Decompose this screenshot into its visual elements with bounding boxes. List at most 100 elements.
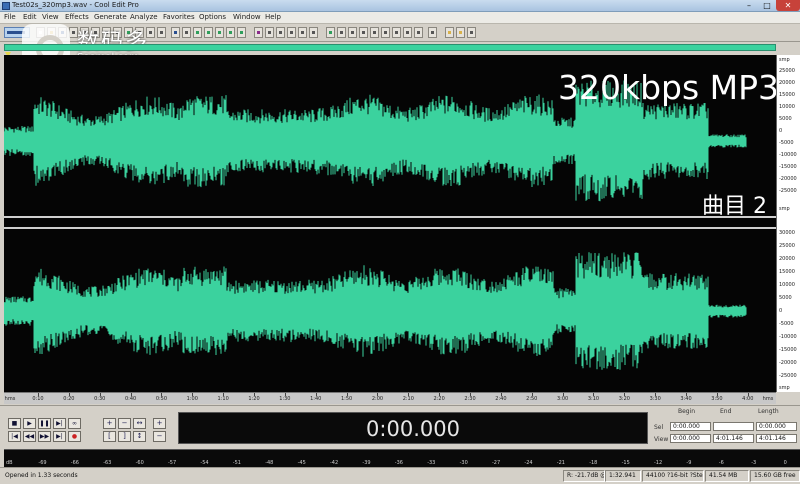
amp-label: 25000 bbox=[779, 243, 795, 249]
envelope-icon[interactable] bbox=[215, 27, 224, 38]
begin-header: Begin bbox=[678, 408, 696, 415]
sel-end-field[interactable] bbox=[713, 422, 754, 431]
zoom-full-icon[interactable]: ↔ bbox=[133, 418, 146, 429]
close-button[interactable]: ✕ bbox=[776, 0, 800, 11]
menu-edit[interactable]: Edit bbox=[23, 13, 37, 21]
waveform-view-icon[interactable] bbox=[326, 27, 335, 38]
fade-icon[interactable] bbox=[226, 27, 235, 38]
menu-help[interactable]: Help bbox=[265, 13, 281, 21]
level-label: -45 bbox=[297, 460, 306, 466]
menu-effects[interactable]: Effects bbox=[65, 13, 89, 21]
level-label: -21 bbox=[556, 460, 565, 466]
zoom-out-horizontal-icon[interactable]: − bbox=[118, 418, 131, 429]
channel-left-icon[interactable] bbox=[265, 27, 274, 38]
go-to-start-button[interactable]: |◀ bbox=[8, 431, 21, 442]
playlist-icon[interactable] bbox=[414, 27, 423, 38]
loop-icon[interactable] bbox=[467, 27, 476, 38]
menu-generate[interactable]: Generate bbox=[94, 13, 127, 21]
edit-tool-icon[interactable] bbox=[171, 27, 180, 38]
view-begin-field[interactable]: 0:00.000 bbox=[670, 434, 711, 443]
fast-forward-button[interactable]: ▶▶ bbox=[38, 431, 51, 442]
zoom-selection-icon[interactable]: ↕ bbox=[133, 431, 146, 442]
zoom-right-icon[interactable]: ] bbox=[118, 431, 131, 442]
zoom-left-icon[interactable]: [ bbox=[103, 431, 116, 442]
time-ruler: hms hms 0:10 0:20 0:30 0:40 0:50 1:00 1:10 1:20… bbox=[4, 392, 776, 404]
channel-both-icon[interactable] bbox=[287, 27, 296, 38]
amp-label: -5000 bbox=[779, 140, 794, 146]
cue-list-icon[interactable] bbox=[403, 27, 412, 38]
record-setup-icon[interactable] bbox=[456, 27, 465, 38]
normalize-icon[interactable] bbox=[204, 27, 213, 38]
status-file-size: 41.54 MB bbox=[705, 470, 749, 482]
maximize-button[interactable]: □ bbox=[758, 0, 776, 11]
amp-label: 20000 bbox=[779, 80, 795, 86]
level-label: -33 bbox=[427, 460, 436, 466]
text-icon[interactable] bbox=[359, 27, 368, 38]
amp-label: -10000 bbox=[779, 152, 797, 158]
menu-options[interactable]: Options bbox=[199, 13, 226, 21]
view-length-field[interactable]: 4:01.146 bbox=[756, 434, 797, 443]
level-label: -3 bbox=[751, 460, 757, 466]
multitrack-icon[interactable] bbox=[445, 27, 454, 38]
amp-label: 0 bbox=[779, 308, 783, 314]
zoom-in-vertical-icon[interactable]: + bbox=[153, 418, 166, 429]
menu-window[interactable]: Window bbox=[233, 13, 261, 21]
channel-right-icon[interactable] bbox=[276, 27, 285, 38]
amp-label: -25000 bbox=[779, 188, 797, 194]
record-button[interactable]: ● bbox=[68, 431, 81, 442]
time-label: 2:10 bbox=[402, 396, 414, 402]
sel-length-field[interactable]: 0:00.000 bbox=[756, 422, 797, 431]
level-label: -30 bbox=[459, 460, 468, 466]
level-label: -51 bbox=[232, 460, 241, 466]
stop-button[interactable]: ■ bbox=[8, 418, 21, 429]
amp-label: 5000 bbox=[779, 116, 792, 122]
grid-icon[interactable] bbox=[381, 27, 390, 38]
amp-label: -20000 bbox=[779, 176, 797, 182]
time-label: 1:50 bbox=[340, 396, 353, 402]
menu-favorites[interactable]: Favorites bbox=[163, 13, 195, 21]
menu-view[interactable]: View bbox=[42, 13, 59, 21]
zoom-in-horizontal-icon[interactable]: + bbox=[103, 418, 116, 429]
select-tool-icon[interactable] bbox=[182, 27, 191, 38]
time-label: 1:20 bbox=[248, 396, 260, 402]
loop-play-button[interactable]: ∞ bbox=[68, 418, 81, 429]
end-header: End bbox=[720, 408, 732, 415]
amplify-icon[interactable] bbox=[193, 27, 202, 38]
view-end-field[interactable]: 4:01.146 bbox=[713, 434, 754, 443]
waveform-overview-bar[interactable] bbox=[4, 44, 776, 51]
amp-label: 5000 bbox=[779, 295, 792, 301]
amp-label: 20000 bbox=[779, 256, 795, 262]
menu-analyze[interactable]: Analyze bbox=[130, 13, 158, 21]
time-label: 0:50 bbox=[155, 396, 168, 402]
menu-file[interactable]: File bbox=[4, 13, 16, 21]
level-label: -12 bbox=[654, 460, 663, 466]
info-icon[interactable] bbox=[370, 27, 379, 38]
track-overlay-label: 曲目 2 bbox=[702, 194, 767, 219]
spectral-view-icon[interactable] bbox=[254, 27, 263, 38]
play-button[interactable]: ▶ bbox=[23, 418, 36, 429]
stretch-icon[interactable] bbox=[237, 27, 246, 38]
sel-begin-field[interactable]: 0:00.000 bbox=[670, 422, 711, 431]
stereo-icon[interactable] bbox=[298, 27, 307, 38]
time-label: 3:00 bbox=[556, 396, 569, 402]
time-label: 2:00 bbox=[371, 396, 384, 402]
settings-icon[interactable] bbox=[428, 27, 437, 38]
minimize-button[interactable]: – bbox=[740, 0, 758, 11]
time-label: 4:00 bbox=[742, 396, 754, 402]
spectrum-icon[interactable] bbox=[337, 27, 346, 38]
play-to-end-button[interactable]: ▶| bbox=[53, 418, 66, 429]
time-label: 0:30 bbox=[94, 396, 106, 402]
marker-icon[interactable] bbox=[309, 27, 318, 38]
go-to-end-button[interactable]: ▶| bbox=[53, 431, 66, 442]
pause-button[interactable]: ❚❚ bbox=[38, 418, 51, 429]
zoom-out-vertical-icon[interactable]: − bbox=[153, 431, 166, 442]
frequency-analysis-icon[interactable] bbox=[348, 27, 357, 38]
time-label: 3:10 bbox=[587, 396, 600, 402]
status-level: R: -21.7dB @ bbox=[563, 470, 605, 482]
amp-label: smp bbox=[779, 206, 790, 212]
amp-label: -15000 bbox=[779, 347, 797, 353]
scripts-icon[interactable] bbox=[392, 27, 401, 38]
rewind-button[interactable]: ◀◀ bbox=[23, 431, 36, 442]
amp-label: 15000 bbox=[779, 92, 795, 98]
time-label: 3:30 bbox=[649, 396, 661, 402]
